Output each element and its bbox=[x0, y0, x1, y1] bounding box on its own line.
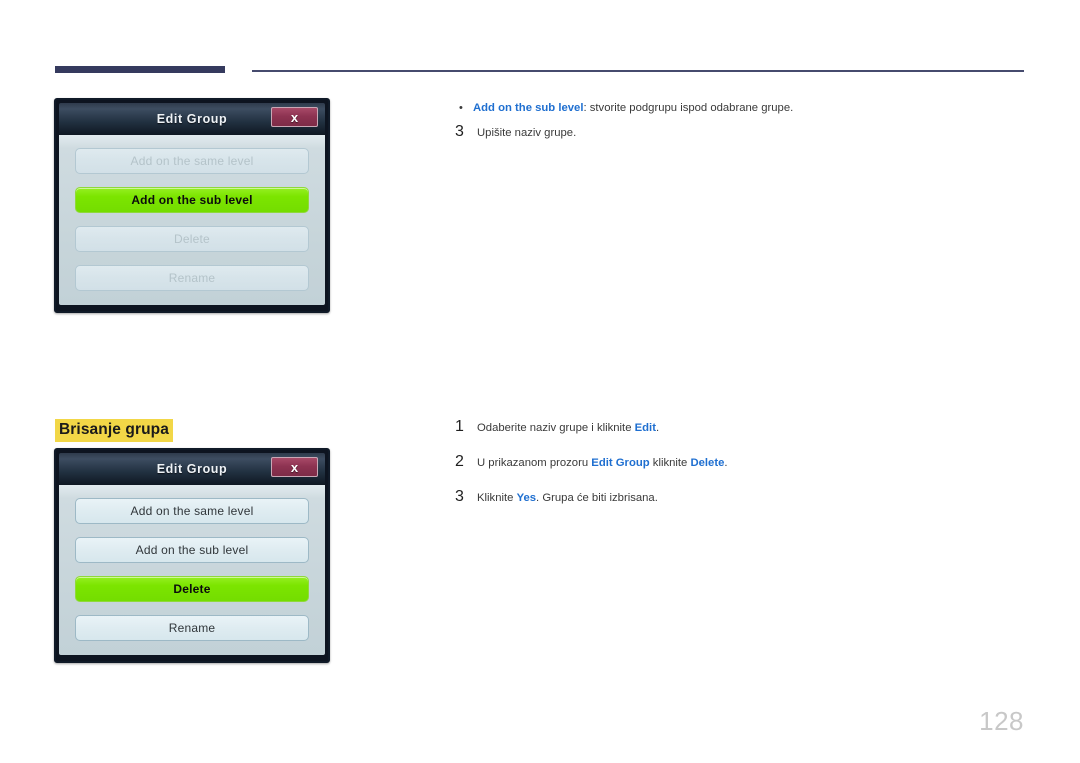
button-add-on-the-sub-level[interactable]: Add on the sub level bbox=[75, 537, 309, 563]
bullet-text: Add on the sub level: stvorite podgrupu … bbox=[473, 100, 793, 116]
dialog-title: Edit Group bbox=[156, 112, 228, 126]
button-delete[interactable]: Delete bbox=[75, 576, 309, 602]
dialog-body: Add on the same level Add on the sub lev… bbox=[59, 485, 325, 655]
step-term-delete: Delete bbox=[690, 457, 725, 469]
step-text: Kliknite Yes. Grupa će biti izbrisana. bbox=[477, 490, 658, 506]
dialog-edit-group-sub-level: Edit Group x Add on the same level Add o… bbox=[54, 98, 330, 313]
button-delete[interactable]: Delete bbox=[75, 226, 309, 252]
step-text-pre: U prikazanom prozoru bbox=[477, 457, 592, 469]
dialog-edit-group-delete: Edit Group x Add on the same level Add o… bbox=[54, 448, 330, 663]
step-number: 1 bbox=[455, 418, 464, 435]
dialog-titlebar: Edit Group x bbox=[59, 103, 325, 135]
close-icon-glyph: x bbox=[290, 109, 299, 125]
button-add-on-the-sub-level[interactable]: Add on the sub level bbox=[75, 187, 309, 213]
step-term-edit-group: Edit Group bbox=[591, 457, 650, 469]
step-text-pre: Odaberite naziv grupe i kliknite bbox=[477, 422, 635, 434]
step-text: Upišite naziv grupe. bbox=[477, 127, 577, 139]
close-icon-glyph: x bbox=[290, 459, 299, 475]
step-text-mid: kliknite bbox=[649, 457, 691, 469]
step-item-3-upisite-naziv-grupe: 3 Upišite naziv grupe. bbox=[455, 124, 1015, 141]
button-rename[interactable]: Rename bbox=[75, 265, 309, 291]
step-number: 2 bbox=[455, 453, 464, 470]
section-heading-brisanje-grupa: Brisanje grupa bbox=[55, 419, 173, 442]
step-text-pre: Kliknite bbox=[477, 492, 517, 504]
button-rename[interactable]: Rename bbox=[75, 615, 309, 641]
step-item-2-u-prikazanom-prozoru: 2 U prikazanom prozoru Edit Group klikni… bbox=[455, 454, 1015, 471]
step-number: 3 bbox=[455, 488, 464, 505]
dialog-titlebar: Edit Group x bbox=[59, 453, 325, 485]
header-rule-thin bbox=[252, 70, 1024, 72]
step-term-yes: Yes bbox=[516, 492, 537, 504]
page-number: 128 bbox=[979, 706, 1024, 736]
step-text: U prikazanom prozoru Edit Group kliknite… bbox=[477, 455, 728, 471]
step-text: Odaberite naziv grupe i kliknite Edit. bbox=[477, 420, 659, 436]
step-item-1-odaberite-naziv-grupe: 1 Odaberite naziv grupe i kliknite Edit. bbox=[455, 419, 1015, 436]
close-icon[interactable]: x bbox=[271, 107, 318, 127]
bullet-rest: : stvorite podgrupu ispod odabrane grupe… bbox=[583, 102, 794, 114]
step-text-post: . bbox=[724, 457, 728, 469]
step-term-edit: Edit bbox=[634, 422, 656, 434]
dialog-title: Edit Group bbox=[156, 462, 228, 476]
step-text-post: . Grupa će biti izbrisana. bbox=[536, 492, 658, 504]
bullet-term: Add on the sub level bbox=[473, 102, 584, 114]
header-rule-thick bbox=[55, 66, 225, 73]
bullet-marker-icon: • bbox=[459, 102, 463, 114]
bullet-item-add-on-sub-level: • Add on the sub level: stvorite podgrup… bbox=[455, 100, 1015, 116]
button-add-on-the-same-level[interactable]: Add on the same level bbox=[75, 148, 309, 174]
button-add-on-the-same-level[interactable]: Add on the same level bbox=[75, 498, 309, 524]
step-text-post: . bbox=[655, 422, 660, 434]
step-number: 3 bbox=[455, 123, 464, 140]
close-icon[interactable]: x bbox=[271, 457, 318, 477]
dialog-body: Add on the same level Add on the sub lev… bbox=[59, 135, 325, 305]
step-item-3-kliknite-yes: 3 Kliknite Yes. Grupa će biti izbrisana. bbox=[455, 489, 1015, 506]
